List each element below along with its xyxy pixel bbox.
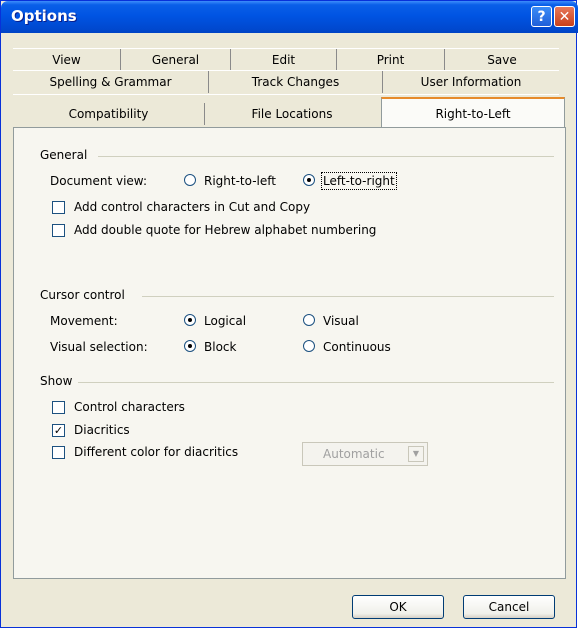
group-heading-show: Show <box>40 374 73 388</box>
close-button[interactable]: ✕ <box>554 6 575 27</box>
control-chars-label[interactable]: Control characters <box>74 400 185 414</box>
title-bar[interactable]: Options ? ✕ <box>1 1 578 33</box>
tab-edit[interactable]: Edit <box>231 49 337 71</box>
movement-label: Movement: <box>50 314 118 328</box>
document-view-label: Document view: <box>50 174 148 188</box>
help-icon: ? <box>537 8 546 25</box>
options-dialog: Options ? ✕ View General Edit Print Save… <box>0 0 578 628</box>
ok-button[interactable]: OK <box>352 595 444 619</box>
visual-radio[interactable] <box>303 314 315 326</box>
group-divider <box>78 382 554 383</box>
control-chars-checkbox[interactable] <box>52 401 65 414</box>
diff-color-checkbox[interactable] <box>52 446 65 459</box>
tab-row-divider <box>13 70 559 71</box>
rtl-radio-label[interactable]: Right-to-left <box>204 174 276 188</box>
add-double-quote-label[interactable]: Add double quote for Hebrew alphabet num… <box>74 223 376 237</box>
diacritics-checkbox[interactable]: ✓ <box>52 424 65 437</box>
tab-view[interactable]: View <box>13 49 121 71</box>
checkmark-icon: ✓ <box>53 424 64 437</box>
diff-color-label[interactable]: Different color for diacritics <box>74 445 238 459</box>
tab-general[interactable]: General <box>121 49 231 71</box>
tab-track-changes[interactable]: Track Changes <box>209 71 383 93</box>
diacritics-color-select[interactable]: Automatic ▼ <box>302 442 428 466</box>
logical-radio[interactable] <box>184 314 196 326</box>
tab-row-divider <box>13 94 559 95</box>
group-divider <box>98 156 554 157</box>
window-title: Options <box>11 7 77 25</box>
close-icon: ✕ <box>558 8 571 25</box>
continuous-radio-label[interactable]: Continuous <box>323 340 391 354</box>
block-radio-label[interactable]: Block <box>204 340 236 354</box>
cancel-button[interactable]: Cancel <box>463 595 555 619</box>
tab-row-divider <box>13 48 559 49</box>
group-heading-general: General <box>40 148 88 162</box>
tab-spelling-grammar[interactable]: Spelling & Grammar <box>13 71 209 93</box>
diacritics-color-value: Automatic <box>323 447 385 461</box>
tab-panel: General Document view: Right-to-left Lef… <box>13 127 566 579</box>
help-button[interactable]: ? <box>531 6 552 27</box>
tab-right-to-left[interactable]: Right-to-Left <box>381 97 565 128</box>
visual-radio-label[interactable]: Visual <box>323 314 359 328</box>
chevron-down-icon: ▼ <box>408 446 424 462</box>
tab-print[interactable]: Print <box>337 49 445 71</box>
diacritics-label[interactable]: Diacritics <box>74 423 130 437</box>
tab-save[interactable]: Save <box>445 49 559 71</box>
tab-compatibility[interactable]: Compatibility <box>13 103 205 125</box>
ltr-radio[interactable] <box>303 174 315 186</box>
logical-radio-label[interactable]: Logical <box>204 314 246 328</box>
tab-user-information[interactable]: User Information <box>383 71 559 93</box>
group-heading-cursor-control: Cursor control <box>40 288 125 302</box>
add-double-quote-checkbox[interactable] <box>52 224 65 237</box>
ltr-radio-label[interactable]: Left-to-right <box>321 172 397 190</box>
rtl-radio[interactable] <box>184 174 196 186</box>
block-radio[interactable] <box>184 340 196 352</box>
tab-file-locations[interactable]: File Locations <box>205 103 379 125</box>
add-control-chars-label[interactable]: Add control characters in Cut and Copy <box>74 200 310 214</box>
visual-selection-label: Visual selection: <box>50 340 148 354</box>
continuous-radio[interactable] <box>303 340 315 352</box>
group-divider <box>142 296 554 297</box>
add-control-chars-checkbox[interactable] <box>52 201 65 214</box>
